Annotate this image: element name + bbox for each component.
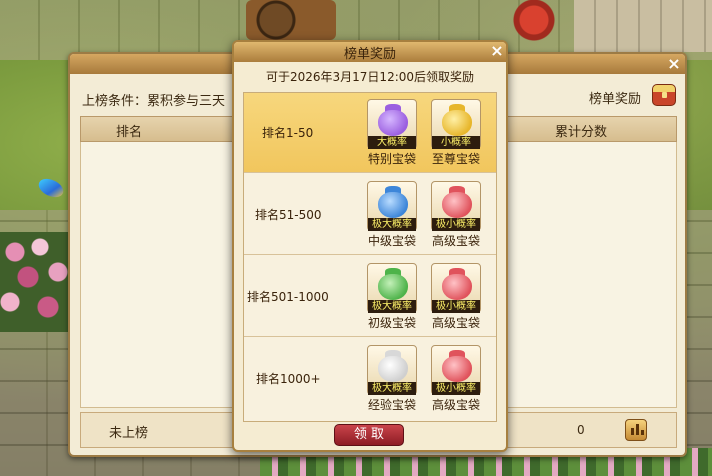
reward-bag[interactable]: 大概率 特别宝袋 <box>365 99 419 169</box>
my-score-value: 0 <box>577 423 585 437</box>
treasure-chest-icon[interactable] <box>652 84 676 106</box>
reward-bag-name: 中级宝袋 <box>367 234 416 248</box>
reward-bag-frame: 小概率 <box>431 99 481 149</box>
reward-bag-name: 经验宝袋 <box>367 398 416 412</box>
probability-tag: 极小概率 <box>432 300 480 313</box>
ranking-condition-label: 上榜条件：累积参与三天 <box>82 94 226 109</box>
reward-bag[interactable]: 极小概率 高级宝袋 <box>429 345 483 415</box>
reward-bag[interactable]: 极大概率 初级宝袋 <box>365 263 419 333</box>
reward-bag-name: 高级宝袋 <box>431 398 480 412</box>
flower-bed <box>0 232 76 332</box>
tier-rank-label: 排名51-500 <box>255 208 322 222</box>
probability-tag: 极大概率 <box>368 300 416 313</box>
reward-bag-name: 至尊宝袋 <box>431 152 480 166</box>
score-column-header: 累计分数 <box>555 125 608 140</box>
reward-tier-row[interactable]: 排名1000+ 极大概率 经验宝袋 极小概率 高级宝袋 <box>244 339 496 419</box>
bar-chart-icon[interactable] <box>625 419 647 441</box>
my-rank-value: 未上榜 <box>109 426 149 441</box>
probability-tag: 极大概率 <box>368 382 416 395</box>
tier-rank-label: 排名501-1000 <box>247 290 329 304</box>
reward-bag-frame: 极小概率 <box>431 181 481 231</box>
probability-tag: 大概率 <box>368 136 416 149</box>
reward-bag[interactable]: 小概率 至尊宝袋 <box>429 99 483 169</box>
rewards-popup-title: 榜单奖励 <box>343 47 396 62</box>
claim-time-notice: 可于2026年3月17日12:00后领取奖励 <box>265 70 475 84</box>
rewards-popup: 榜单奖励 × 可于2026年3月17日12:00后领取奖励 排名1-50 大概率… <box>232 40 508 452</box>
probability-tag: 极小概率 <box>432 382 480 395</box>
green-bag-body <box>378 274 408 300</box>
red-statue <box>506 0 562 50</box>
ranking-panel-close-icon[interactable]: × <box>666 56 682 72</box>
reward-bag-name: 高级宝袋 <box>431 234 480 248</box>
reward-bag-frame: 极小概率 <box>431 345 481 395</box>
reward-bag-name: 高级宝袋 <box>431 316 480 330</box>
red-bag-body <box>442 274 472 300</box>
reward-bag-name: 初级宝袋 <box>367 316 416 330</box>
reward-bag[interactable]: 极大概率 中级宝袋 <box>365 181 419 251</box>
rewards-popup-close-icon[interactable]: × <box>489 43 505 59</box>
red-bag-body <box>442 356 472 382</box>
reward-bag[interactable]: 极小概率 高级宝袋 <box>429 263 483 333</box>
reward-tier-list: 排名1-50 大概率 特别宝袋 小概率 至尊宝袋 排名51-500 极大概率 中… <box>243 92 497 422</box>
probability-tag: 极大概率 <box>368 218 416 231</box>
reward-bag-frame: 极小概率 <box>431 263 481 313</box>
reward-tier-row[interactable]: 排名1-50 大概率 特别宝袋 小概率 至尊宝袋 <box>244 93 496 173</box>
tier-rank-label: 排名1000+ <box>256 372 321 386</box>
reward-tier-row[interactable]: 排名501-1000 极大概率 初级宝袋 极小概率 高级宝袋 <box>244 257 496 337</box>
stone-building <box>574 0 712 52</box>
leaderboard-rewards-link[interactable]: 榜单奖励 <box>589 88 641 107</box>
probability-tag: 极小概率 <box>432 218 480 231</box>
tier-rank-label: 排名1-50 <box>262 126 314 140</box>
reward-bag-frame: 极大概率 <box>367 181 417 231</box>
reward-tier-row[interactable]: 排名51-500 极大概率 中级宝袋 极小概率 高级宝袋 <box>244 175 496 255</box>
white-bag-body <box>378 356 408 382</box>
wooden-cart <box>246 0 336 40</box>
blue-bag-body <box>378 192 408 218</box>
reward-bag[interactable]: 极大概率 经验宝袋 <box>365 345 419 415</box>
floating-fish-pet[interactable] <box>35 175 67 201</box>
probability-tag: 小概率 <box>432 136 480 149</box>
reward-bag-name: 特别宝袋 <box>367 152 416 166</box>
purple-bag-body <box>378 110 408 136</box>
reward-bag-frame: 极大概率 <box>367 345 417 395</box>
reward-bag-frame: 极大概率 <box>367 263 417 313</box>
claim-button[interactable]: 领 取 <box>334 424 404 446</box>
red-bag-body <box>442 192 472 218</box>
reward-bag[interactable]: 极小概率 高级宝袋 <box>429 181 483 251</box>
rank-column-header: 排名 <box>116 125 143 140</box>
reward-bag-frame: 大概率 <box>367 99 417 149</box>
gold-bag-body <box>442 110 472 136</box>
